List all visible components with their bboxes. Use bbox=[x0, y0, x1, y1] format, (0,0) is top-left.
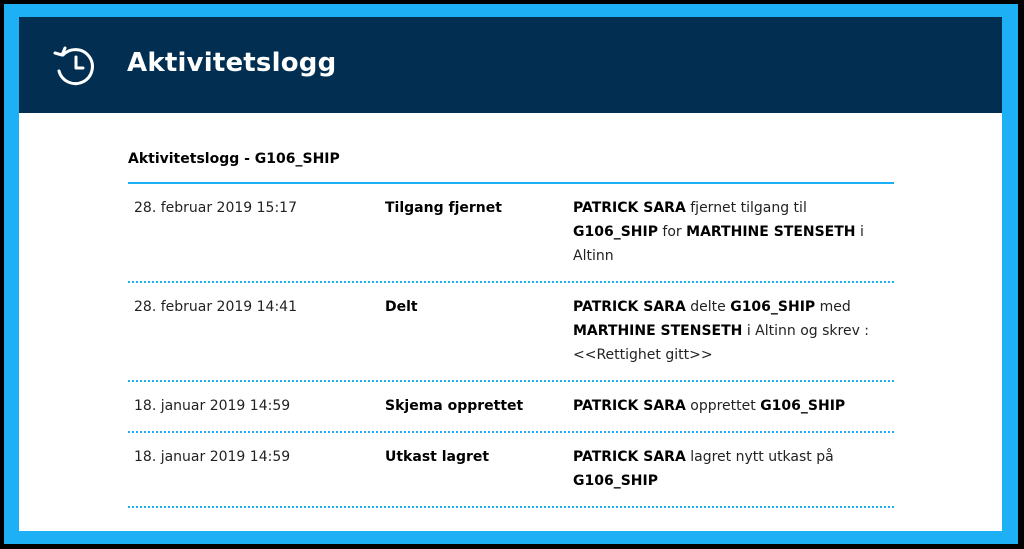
log-action: Skjema opprettet bbox=[385, 398, 524, 414]
log-text: fjernet tilgang til bbox=[685, 200, 807, 216]
log-row: 28. februar 2019 15:17 Tilgang fjernet PAT… bbox=[128, 184, 894, 283]
log-description: PATRICK SARA opprettet G106_SHIP bbox=[573, 394, 894, 418]
log-timestamp: 28. februar 2019 15:17 bbox=[134, 200, 297, 216]
activity-log-section: Aktivitetslogg - G106_SHIP 28. februar 2… bbox=[128, 148, 894, 508]
log-entity-name: G106_SHIP bbox=[573, 473, 658, 489]
log-entity-name: MARTHINE STENSETH bbox=[573, 323, 743, 339]
log-row: 28. februar 2019 14:41 Delt PATRICK SARA d… bbox=[128, 283, 894, 382]
log-description: PATRICK SARA delte G106_SHIP med MARTHIN… bbox=[573, 295, 894, 367]
log-row: 18. januar 2019 14:59 Skjema opprettet PAT… bbox=[128, 382, 894, 433]
activity-log-modal: Aktivitetslogg Aktivitetslogg - G106_SHI… bbox=[19, 17, 1002, 531]
log-description: PATRICK SARA lagret nytt utkast på G106_… bbox=[573, 445, 894, 493]
log-entity-name: PATRICK SARA bbox=[573, 299, 686, 315]
log-action: Tilgang fjernet bbox=[385, 200, 502, 216]
log-text: delte bbox=[685, 299, 731, 315]
activity-log-list: 28. februar 2019 15:17 Tilgang fjernet PAT… bbox=[128, 184, 894, 508]
log-description: PATRICK SARA fjernet tilgang til G106_SH… bbox=[573, 196, 894, 268]
history-icon bbox=[49, 43, 99, 89]
log-timestamp: 18. januar 2019 14:59 bbox=[134, 449, 291, 465]
log-timestamp: 28. februar 2019 14:41 bbox=[134, 299, 297, 315]
modal-header: Aktivitetslogg bbox=[19, 17, 1002, 113]
log-text: lagret nytt utkast på bbox=[685, 449, 834, 465]
log-text: for bbox=[657, 224, 687, 240]
log-action: Utkast lagret bbox=[385, 449, 490, 465]
log-entity-name: PATRICK SARA bbox=[573, 200, 686, 216]
log-entity-name: G106_SHIP bbox=[573, 224, 658, 240]
log-text: med bbox=[815, 299, 851, 315]
log-timestamp: 18. januar 2019 14:59 bbox=[134, 398, 291, 414]
log-entity-name: MARTHINE STENSETH bbox=[686, 224, 856, 240]
log-text: opprettet bbox=[685, 398, 761, 414]
log-action: Delt bbox=[385, 299, 418, 315]
log-entity-name: G106_SHIP bbox=[730, 299, 816, 315]
activity-log-title: Aktivitetslogg - G106_SHIP bbox=[128, 151, 340, 167]
log-entity-name: G106_SHIP bbox=[760, 398, 846, 414]
modal-title: Aktivitetslogg bbox=[127, 48, 337, 78]
log-entity-name: PATRICK SARA bbox=[573, 398, 686, 414]
log-row: 18. januar 2019 14:59 Utkast lagret PATRIC… bbox=[128, 433, 894, 508]
log-entity-name: PATRICK SARA bbox=[573, 449, 686, 465]
